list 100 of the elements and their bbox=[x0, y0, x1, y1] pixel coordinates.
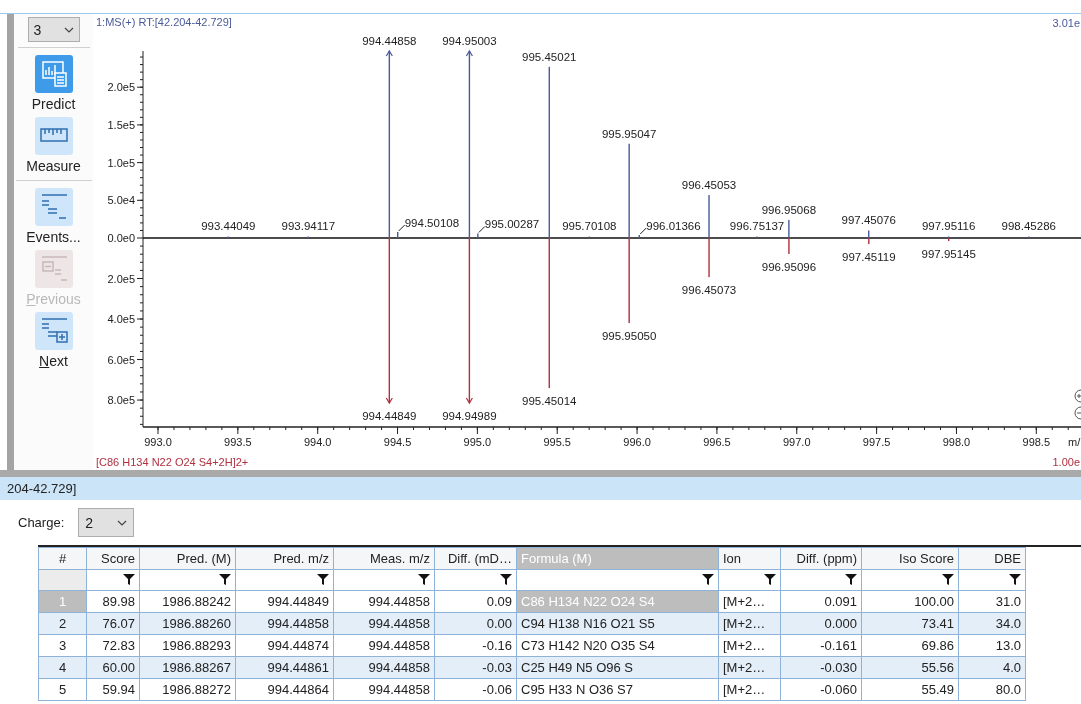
filter-icon[interactable] bbox=[764, 573, 776, 585]
peak-label: 994.50108 bbox=[404, 216, 460, 229]
x-tick-label: 998.0 bbox=[942, 436, 971, 448]
peak-label: 996.01366 bbox=[646, 220, 701, 232]
column-header[interactable]: Pred. (M) bbox=[139, 547, 236, 570]
column-header[interactable]: # bbox=[38, 547, 87, 570]
filter-icon[interactable] bbox=[702, 573, 714, 585]
x-tick-label: 996.5 bbox=[703, 436, 731, 448]
peak-label: 996.95096 bbox=[761, 261, 817, 273]
x-tick-label: 995.5 bbox=[543, 436, 571, 448]
peak-label: 995.95047 bbox=[601, 127, 657, 140]
y-tick-label: 4.0e5 bbox=[107, 313, 135, 326]
peak-label: 995.45021 bbox=[522, 50, 577, 63]
peak-label: 998.45286 bbox=[1001, 220, 1056, 232]
scale-label: 3.01e bbox=[1052, 17, 1080, 29]
predict-button[interactable]: Predict bbox=[15, 52, 92, 114]
formula-label: [C86 H134 N22 O24 S4+2H]2+ bbox=[96, 456, 249, 468]
zoom-in-icon[interactable] bbox=[1074, 389, 1081, 403]
peak-label: 994.94989 bbox=[442, 410, 497, 422]
dropdown-caret-icon bbox=[63, 26, 74, 33]
peak-label: 996.45073 bbox=[681, 284, 737, 297]
x-tick-label: 993.0 bbox=[144, 436, 172, 448]
y-tick-label: 1.0e5 bbox=[107, 156, 135, 169]
column-header[interactable]: Diff. (mD… bbox=[434, 547, 517, 570]
column-header[interactable]: Pred. m/z bbox=[235, 547, 334, 570]
filter-icon[interactable] bbox=[219, 573, 231, 585]
peak-label: 995.00287 bbox=[484, 218, 540, 231]
dropdown-caret-icon bbox=[117, 519, 128, 526]
arrow-head bbox=[465, 49, 473, 57]
filter-icon[interactable] bbox=[1009, 573, 1021, 585]
x-tick-label: 994.5 bbox=[383, 436, 412, 448]
peak-label: 993.94117 bbox=[281, 220, 336, 232]
table-cell: C86 H134 N22 O24 S4 bbox=[516, 590, 719, 613]
table-cell: 3 bbox=[38, 634, 87, 657]
charge-label: Charge: bbox=[18, 515, 65, 530]
previous-icon bbox=[34, 250, 73, 288]
table-cell: C95 H33 N O36 S7 bbox=[516, 678, 719, 701]
peak-label: 997.45119 bbox=[842, 251, 896, 264]
x-tick-label: 998.5 bbox=[1022, 436, 1051, 448]
arrow-head bbox=[385, 49, 393, 57]
column-header[interactable]: Ion bbox=[718, 547, 781, 570]
peak-label: 995.45014 bbox=[522, 395, 577, 408]
next-icon bbox=[34, 312, 73, 350]
arrow-head bbox=[385, 397, 393, 405]
peak-label: 997.95145 bbox=[921, 248, 976, 261]
peak-label: 996.45053 bbox=[681, 179, 737, 191]
measure-icon bbox=[34, 117, 73, 155]
column-header[interactable]: Meas. m/z bbox=[333, 547, 435, 570]
y-tick-label: 0.0e0 bbox=[107, 232, 135, 244]
events-button[interactable]: Events... bbox=[15, 185, 92, 247]
scan-dropdown[interactable]: 3 bbox=[27, 17, 80, 42]
table-cell: C73 H142 N20 O35 S4 bbox=[516, 634, 719, 657]
peak-label: 995.95050 bbox=[602, 330, 657, 343]
events-icon bbox=[34, 188, 73, 226]
y-tick-label: 6.0e5 bbox=[107, 353, 135, 366]
peak-label: 996.95068 bbox=[761, 203, 817, 216]
column-header[interactable]: Score bbox=[86, 547, 140, 570]
y-tick-label: 1.5e5 bbox=[107, 118, 135, 131]
x-tick-label: 994.0 bbox=[303, 436, 332, 448]
x-tick-label: 993.5 bbox=[224, 436, 252, 448]
leader-line bbox=[398, 224, 406, 232]
leader-line bbox=[478, 226, 486, 233]
filter-icon[interactable] bbox=[845, 573, 857, 585]
axis-unit: m/ bbox=[1068, 436, 1081, 448]
peak-label: 997.95116 bbox=[921, 220, 976, 232]
table-cell: 2 bbox=[38, 612, 87, 635]
arrow-head bbox=[465, 397, 473, 405]
charge-dropdown[interactable]: 2 bbox=[78, 508, 135, 537]
measure-button[interactable]: Measure bbox=[15, 114, 92, 181]
y-tick-label: 2.0e5 bbox=[107, 272, 135, 285]
y-tick-label: 8.0e5 bbox=[107, 394, 135, 407]
table-cell: C94 H138 N16 O21 S5 bbox=[516, 612, 719, 635]
filter-icon[interactable] bbox=[317, 573, 329, 585]
table-cell: 1 bbox=[38, 590, 87, 613]
peak-label: 995.70108 bbox=[562, 220, 617, 232]
filter-icon[interactable] bbox=[123, 573, 135, 585]
peak-label: 994.44858 bbox=[362, 35, 417, 47]
filter-icon[interactable] bbox=[418, 573, 430, 585]
column-header[interactable]: Iso Score bbox=[861, 547, 959, 570]
column-header[interactable]: DBE bbox=[958, 547, 1026, 570]
spectrum-title: 1:MS(+) RT:[42.204-42.729] bbox=[96, 16, 232, 28]
x-tick-label: 997.0 bbox=[783, 436, 811, 448]
x-tick-label: 995.0 bbox=[463, 436, 492, 448]
peak-label: 994.44849 bbox=[362, 410, 417, 422]
leader-line bbox=[639, 227, 647, 235]
x-tick-label: 997.5 bbox=[862, 436, 891, 448]
zoom-out-icon[interactable] bbox=[1074, 406, 1081, 420]
filter-icon[interactable] bbox=[500, 573, 512, 585]
peak-label: 996.75137 bbox=[729, 220, 785, 232]
results-title: 204-42.729] bbox=[7, 481, 77, 496]
scale-label: 1.00e bbox=[1052, 456, 1080, 468]
filter-icon[interactable] bbox=[942, 573, 954, 585]
table-cell: C25 H49 N5 O96 S bbox=[516, 656, 719, 679]
next-button[interactable]: Next bbox=[15, 309, 92, 371]
table-cell: 5 bbox=[38, 678, 87, 701]
predict-icon bbox=[34, 55, 73, 93]
peak-label: 994.95003 bbox=[442, 35, 497, 47]
column-header[interactable]: Diff. (ppm) bbox=[780, 547, 862, 570]
peak-label: 993.44049 bbox=[201, 220, 256, 232]
peak-label: 997.45076 bbox=[841, 214, 896, 227]
